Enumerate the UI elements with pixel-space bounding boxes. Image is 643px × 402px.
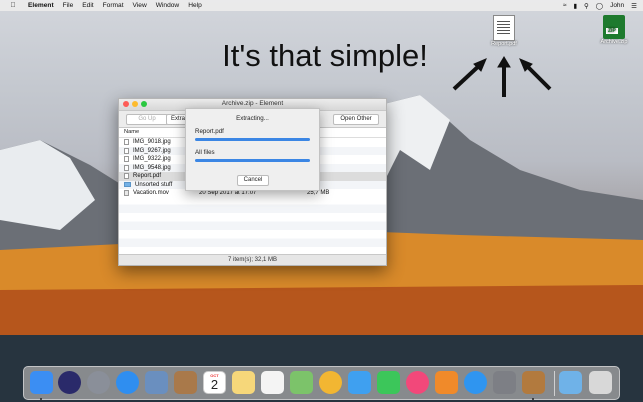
- search-icon[interactable]: ⚲: [584, 2, 589, 10]
- desktop-icon-label: Report.pdf: [491, 41, 517, 47]
- wifi-icon[interactable]: ≈: [563, 2, 567, 9]
- trash-icon[interactable]: [589, 371, 612, 394]
- file-progress-fill: [195, 138, 310, 141]
- menu-edit[interactable]: Edit: [82, 2, 93, 9]
- window-title: Archive.zip - Element: [221, 100, 284, 107]
- open-other-button[interactable]: Open Other: [333, 114, 379, 125]
- reminders-icon[interactable]: [261, 371, 284, 394]
- menu-help[interactable]: Help: [188, 2, 202, 9]
- menu-window[interactable]: Window: [156, 2, 179, 9]
- system-preferences-icon[interactable]: [493, 371, 516, 394]
- user-name[interactable]: John: [610, 2, 624, 9]
- sheet-title: Extracting...: [236, 115, 269, 122]
- cancel-button[interactable]: Cancel: [237, 175, 269, 186]
- itunes-icon[interactable]: [406, 371, 429, 394]
- image-file-icon: [124, 164, 129, 171]
- folder-icon: [124, 182, 131, 188]
- headline: It's that simple!: [222, 38, 428, 73]
- zip-file-icon: ZIP: [603, 15, 625, 39]
- desktop-icon-report[interactable]: Report.pdf: [486, 15, 522, 47]
- menu-file[interactable]: File: [63, 2, 74, 9]
- arrows-graphic: [452, 56, 552, 97]
- messages-icon[interactable]: [348, 371, 371, 394]
- status-bar: 7 item(s); 32,1 MB: [119, 254, 386, 265]
- safari-icon[interactable]: [116, 371, 139, 394]
- menu-format[interactable]: Format: [103, 2, 124, 9]
- apple-icon[interactable]: : [9, 2, 17, 9]
- all-progress-fill: [195, 159, 310, 162]
- finder-icon[interactable]: [30, 371, 53, 394]
- all-files-label: All files: [195, 149, 215, 156]
- image-file-icon: [124, 147, 129, 154]
- launchpad-icon[interactable]: [87, 371, 110, 394]
- app-store-icon[interactable]: [464, 371, 487, 394]
- pdf-file-icon: [493, 15, 515, 41]
- dock: OCT 2: [23, 366, 620, 400]
- notification-icon[interactable]: ◯: [596, 2, 603, 10]
- extract-progress-sheet: Extracting... Report.pdf All files Cance…: [185, 108, 320, 191]
- desktop-icon-label: Archive.zip: [600, 39, 628, 45]
- facetime-icon[interactable]: [377, 371, 400, 394]
- notes-book-icon[interactable]: [174, 371, 197, 394]
- siri-icon[interactable]: [58, 371, 81, 394]
- image-file-icon: [124, 156, 129, 163]
- go-up-button[interactable]: Go Up: [126, 114, 168, 125]
- current-file-label: Report.pdf: [195, 128, 224, 135]
- all-progress-bar: [195, 159, 310, 162]
- calendar-icon[interactable]: OCT 2: [203, 371, 226, 394]
- notes-icon[interactable]: [232, 371, 255, 394]
- calendar-day: 2: [210, 377, 219, 392]
- image-file-icon: [124, 139, 129, 146]
- ibooks-icon[interactable]: [435, 371, 458, 394]
- running-indicator: [40, 398, 42, 400]
- running-indicator: [532, 398, 534, 400]
- desktop-icon-archive[interactable]: ZIP Archive.zip: [596, 15, 632, 45]
- maps-icon[interactable]: [290, 371, 313, 394]
- dock-separator: [554, 371, 555, 396]
- file-progress-bar: [195, 138, 310, 141]
- battery-icon[interactable]: ▮: [573, 2, 577, 10]
- menu-view[interactable]: View: [133, 2, 147, 9]
- downloads-folder-icon[interactable]: [559, 371, 582, 394]
- element-app-icon[interactable]: [522, 371, 545, 394]
- photos-icon[interactable]: [319, 371, 342, 394]
- list-icon[interactable]: ☰: [631, 2, 637, 10]
- preview-icon[interactable]: [145, 371, 168, 394]
- menu-app-name[interactable]: Element: [28, 2, 54, 9]
- menu-bar:  Element File Edit Format View Window H…: [0, 0, 643, 11]
- pdf-file-icon: [124, 173, 129, 180]
- empty-list-area: [119, 196, 386, 251]
